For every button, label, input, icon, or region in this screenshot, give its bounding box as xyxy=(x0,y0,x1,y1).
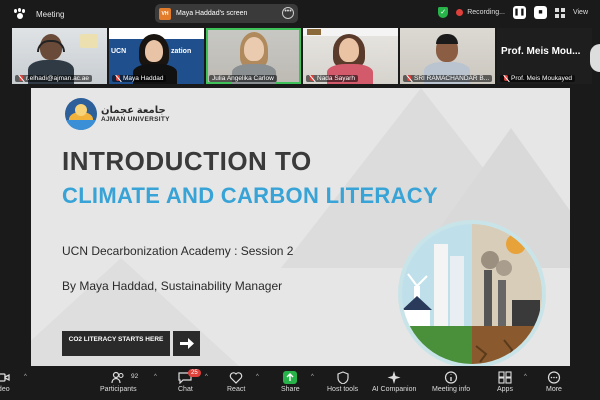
chat-unread-badge: 25 xyxy=(188,369,201,377)
screen-share-label: Maya Haddad's screen xyxy=(176,10,248,17)
info-icon xyxy=(444,371,458,384)
more-options-icon[interactable]: ••• xyxy=(282,7,294,19)
participant-avatar xyxy=(339,38,359,62)
participant-name: Nada Sayarh xyxy=(306,75,358,82)
participant-tile[interactable]: r.elhadi@ajman.ac.ae xyxy=(12,28,107,84)
slide-title-line-2: CLIMATE AND CARBON LITERACY xyxy=(62,183,438,208)
participant-name: Julia Angelika Carlow xyxy=(209,75,277,82)
participant-tile[interactable]: Nada Sayarh xyxy=(303,28,398,84)
university-logo: جامعة عجمان AJMAN UNIVERSITY xyxy=(65,98,170,130)
participant-avatar xyxy=(244,37,264,61)
shared-slide: جامعة عجمان AJMAN UNIVERSITY INTRODUCTIO… xyxy=(31,88,570,366)
apps-icon xyxy=(498,371,512,384)
participant-name: r.elhadi@ajman.ac.ae xyxy=(15,75,92,82)
arrow-right-icon xyxy=(173,331,200,356)
apps-options-caret[interactable]: ^ xyxy=(524,374,527,380)
participant-strip: r.elhadi@ajman.ac.ae UCN zation Maya Had… xyxy=(12,28,600,84)
university-emblem-icon xyxy=(65,98,97,130)
top-bar: Meeting VH Maya Haddad's screen ••• ✓ Re… xyxy=(0,0,600,28)
security-shield-icon[interactable]: ✓ xyxy=(438,7,449,18)
view-button[interactable]: View xyxy=(573,9,588,16)
participants-count: 92 xyxy=(131,373,139,380)
share-button[interactable]: Share xyxy=(281,371,300,393)
bottom-toolbar: ideo ^ Participants 92 ^ Chat 25 ^ React… xyxy=(0,366,600,400)
mic-off-icon xyxy=(18,75,24,82)
sparkle-icon xyxy=(387,371,401,384)
university-name-ar: جامعة عجمان xyxy=(101,105,166,116)
slide-title-line-1: INTRODUCTION TO xyxy=(62,146,312,176)
share-options-caret[interactable]: ^ xyxy=(311,374,314,380)
participant-name: Maya Haddad xyxy=(112,75,167,82)
cta-banner: CO2 LITERACY STARTS HERE xyxy=(62,331,170,356)
meeting-window: Meeting VH Maya Haddad's screen ••• ✓ Re… xyxy=(0,0,600,400)
participants-icon xyxy=(111,371,125,384)
participant-tile[interactable]: SRI RAMACHANDAR B... xyxy=(400,28,495,84)
shield-icon xyxy=(336,371,350,385)
recording-indicator[interactable]: Recording... xyxy=(456,9,505,16)
meeting-title: Meeting xyxy=(36,9,65,19)
slide-subtitle: UCN Decarbonization Academy : Session 2 xyxy=(62,244,294,258)
meeting-info-button[interactable]: Meeting info xyxy=(432,371,470,393)
pause-recording-button[interactable]: ❚❚ xyxy=(512,6,526,19)
participant-display-name: Prof. Meis Mou... xyxy=(501,46,581,57)
screen-share-indicator[interactable]: VH Maya Haddad's screen ••• xyxy=(155,4,298,23)
next-participants-arrow[interactable] xyxy=(590,44,600,72)
more-button[interactable]: More xyxy=(546,371,562,393)
climate-illustration-icon xyxy=(398,220,546,366)
chat-options-caret[interactable]: ^ xyxy=(205,374,208,380)
react-button[interactable]: React xyxy=(227,371,245,393)
paw-icon xyxy=(14,8,26,20)
participant-name: SRI RAMACHANDAR B... xyxy=(403,75,493,82)
more-dots-icon xyxy=(547,371,561,384)
host-tools-button[interactable]: Host tools xyxy=(327,371,358,393)
ai-companion-button[interactable]: AI Companion xyxy=(372,371,416,393)
grid-view-icon[interactable] xyxy=(554,7,565,18)
participant-tile[interactable]: Prof. Meis Mou... Prof. Meis Moukayed xyxy=(497,28,592,84)
heart-icon xyxy=(229,371,243,384)
react-options-caret[interactable]: ^ xyxy=(256,374,259,380)
video-options-caret[interactable]: ^ xyxy=(24,374,27,380)
presenter-avatar: VH xyxy=(159,7,171,20)
participant-tile-active-speaker[interactable]: Julia Angelika Carlow xyxy=(206,28,301,84)
share-screen-icon xyxy=(283,371,298,384)
stop-recording-button[interactable]: ■ xyxy=(533,6,547,19)
mic-off-icon xyxy=(115,75,121,82)
participant-tile[interactable]: UCN zation Maya Haddad xyxy=(109,28,204,84)
recording-label: Recording... xyxy=(467,9,505,16)
mic-off-icon xyxy=(406,75,412,82)
participants-options-caret[interactable]: ^ xyxy=(154,374,157,380)
participant-name: Prof. Meis Moukayed xyxy=(500,75,576,82)
mic-off-icon xyxy=(309,75,315,82)
video-button[interactable]: ideo xyxy=(0,371,10,393)
record-dot-icon xyxy=(456,9,464,16)
apps-button[interactable]: Apps xyxy=(497,371,513,393)
university-name-en: AJMAN UNIVERSITY xyxy=(101,116,170,123)
mic-off-icon xyxy=(503,75,509,82)
slide-presenter: By Maya Haddad, Sustainability Manager xyxy=(62,279,283,293)
video-camera-icon xyxy=(0,371,10,384)
